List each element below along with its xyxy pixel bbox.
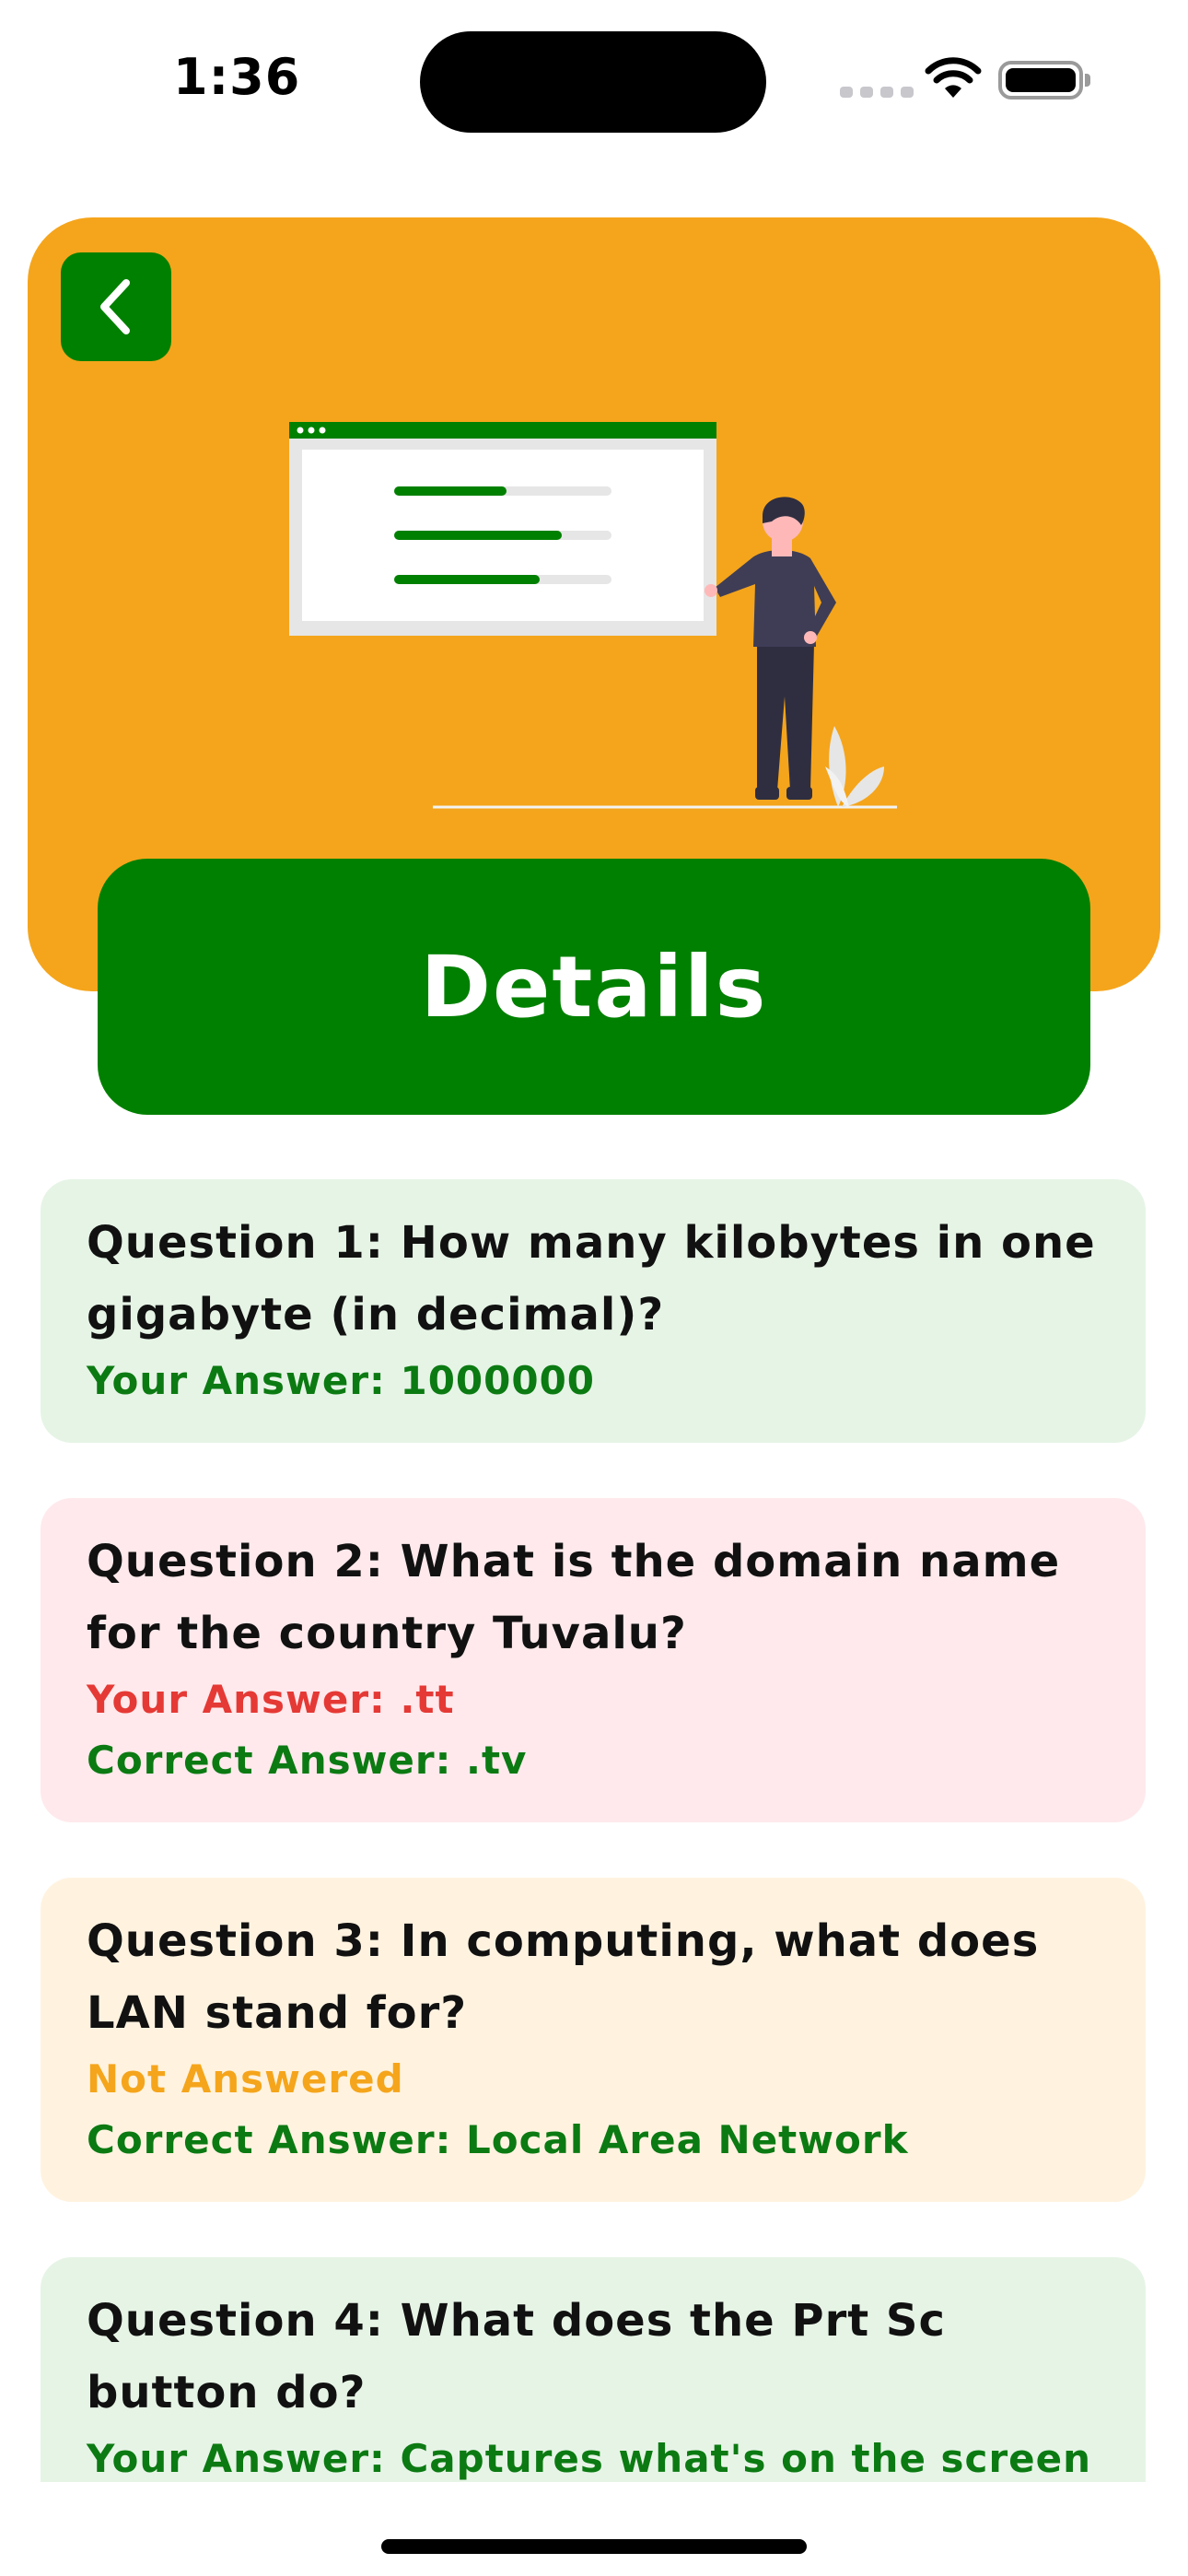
question-card: Question 3: In computing, what does LAN … [41,1878,1146,2202]
question-text: Question 3: In computing, what does LAN … [87,1915,1040,2039]
correct-answer: Correct Answer: Local Area Network [87,2117,909,2162]
dynamic-island [420,31,766,133]
question-card: Question 1: How many kilobytes in one gi… [41,1179,1146,1443]
question-text: Question 2: What is the domain name for … [87,1536,1061,1659]
your-answer: Your Answer: .tt [87,1677,455,1722]
correct-answer: Correct Answer: .tv [87,1738,528,1783]
status-time: 1:36 [173,48,301,106]
question-text: Question 1: How many kilobytes in one gi… [87,1217,1096,1341]
not-answered-label: Not Answered [87,2056,404,2102]
chevron-left-icon [100,279,130,334]
question-card: Question 4: What does the Prt Sc button … [41,2257,1146,2482]
your-answer: Your Answer: 1000000 [87,1358,596,1403]
question-text: Question 4: What does the Prt Sc button … [87,2295,946,2418]
home-indicator[interactable] [381,2539,807,2554]
question-card: Question 2: What is the domain name for … [41,1498,1146,1822]
wifi-icon [925,57,982,98]
battery-icon [998,61,1090,100]
quiz-results-illustration [289,422,897,809]
back-button[interactable] [61,252,171,361]
results-list[interactable]: Question 1: How many kilobytes in one gi… [41,1179,1146,2482]
details-title-banner: Details [98,859,1090,1115]
status-bar: 1:36 [0,0,1188,157]
page-title: Details [420,937,768,1036]
your-answer: Your Answer: Captures what's on the scre… [87,2436,1092,2481]
cellular-signal-icon [840,87,914,98]
